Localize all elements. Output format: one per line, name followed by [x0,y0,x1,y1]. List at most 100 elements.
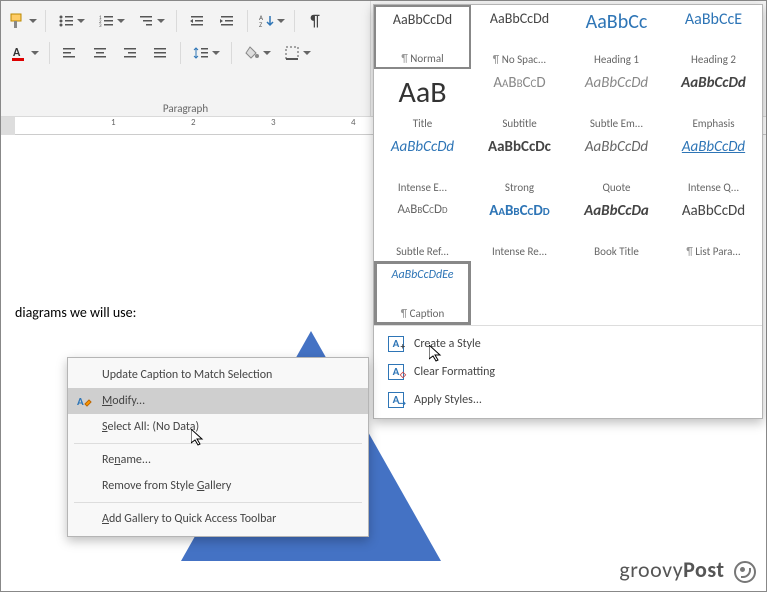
borders-button[interactable] [280,40,314,66]
style-tile-intense-re[interactable]: AaBbCcDd Intense Re... [471,197,568,261]
style-preview: AaBbCcDa [571,202,662,220]
style-label: Intense E... [377,181,468,194]
style-preview: AaBbCcD [474,74,565,92]
app-window: 123 AZ ¶ [0,0,767,592]
pilcrow-icon: ¶ [310,12,319,31]
ctx-item-label: Select All: (No Data) [102,420,199,434]
style-tile-strong[interactable]: AaBbCcDc Strong [471,133,568,197]
style-tile-subtitle[interactable]: AaBbCcD Subtitle [471,69,568,133]
style-preview: AaBbCcDd [668,202,759,220]
clear-formatting-label: Clear Formatting [414,365,495,379]
decrease-indent-button[interactable] [185,8,209,34]
increase-indent-button[interactable] [215,8,239,34]
font-color-button[interactable]: A [7,40,41,66]
gallery-grid: AaBbCcDdNormalAaBbCcDdNo Spac...AaBbCcHe… [374,5,762,325]
style-label: Heading 1 [571,53,662,66]
ctx-item-label: Add Gallery to Quick Access Toolbar [102,512,276,526]
create-style-icon: A [388,336,404,352]
ctx-item-label: Remove from Style Gallery [102,479,231,493]
style-tile-no-spac[interactable]: AaBbCcDdNo Spac... [471,5,568,69]
style-preview: AaBbCcDd [377,138,468,156]
style-preview: AaBbCcDd [377,202,468,217]
bullets-icon [58,13,74,29]
style-label: Emphasis [668,117,759,130]
line-spacing-button[interactable] [189,40,223,66]
style-preview: AaBbCcDd [668,74,759,92]
increase-indent-icon [219,13,235,29]
svg-text:A: A [13,46,21,60]
align-justify-button[interactable] [148,40,172,66]
style-tile-title[interactable]: AaBTitle [374,69,471,133]
style-label: No Spac... [474,53,565,66]
ctx-modify-item[interactable]: AModify... [68,388,368,414]
style-label: Heading 2 [668,53,759,66]
apply-styles-item[interactable]: A Apply Styles... [374,386,762,414]
style-tile-subtle-ref[interactable]: AaBbCcDd Subtle Ref... [374,197,471,261]
multilevel-icon [138,13,154,29]
style-tile-book-title[interactable]: AaBbCcDa Book Title [568,197,665,261]
clear-formatting-icon: A [388,364,404,380]
ctx-qat-item[interactable]: Add Gallery to Quick Access Toolbar [68,506,368,532]
borders-icon [284,45,300,61]
format-painter-icon [8,12,26,30]
ctx-update-item[interactable]: Update Caption to Match Selection [68,362,368,388]
style-label: Caption [379,307,466,320]
style-preview: AaBbCcDc [474,138,565,156]
style-tile-quote[interactable]: AaBbCcDdQuote [568,133,665,197]
align-center-button[interactable] [88,40,112,66]
style-tile-list-para[interactable]: AaBbCcDd List Para... [665,197,762,261]
style-label: List Para... [668,245,759,258]
document-text[interactable]: diagrams we will use: [15,304,136,321]
style-label: Subtle Em... [571,117,662,130]
align-right-button[interactable] [118,40,142,66]
style-label: Quote [571,181,662,194]
style-tile-caption[interactable]: AaBbCcDdEe Caption [374,261,471,325]
gallery-footer: A Create a Style A Clear Formatting A Ap… [374,325,762,418]
style-tile-intense-e[interactable]: AaBbCcDd Intense E... [374,133,471,197]
style-preview: AaBbCcDd [668,138,759,156]
style-tile-heading-2[interactable]: AaBbCcE Heading 2 [665,5,762,69]
font-color-icon: A [10,44,28,62]
style-label: Normal [378,52,467,65]
ctx-item-label: Rename... [102,453,151,467]
separator [176,10,177,32]
ctx-item-label: Modify... [102,394,145,408]
separator [45,10,46,32]
cursor-icon [429,345,445,365]
style-tile-heading-1[interactable]: AaBbCcHeading 1 [568,5,665,69]
numbering-button[interactable]: 123 [94,8,128,34]
style-label: Subtitle [474,117,565,130]
style-tile-subtle-em[interactable]: AaBbCcDdSubtle Em... [568,69,665,133]
style-context-menu: Update Caption to Match Selection AModify… [67,357,369,537]
watermark: groovyPost [619,556,756,583]
style-tile-intense-q[interactable]: AaBbCcDdIntense Q... [665,133,762,197]
create-style-label: Create a Style [414,337,481,351]
style-preview: AaB [377,74,468,111]
style-tile-emphasis[interactable]: AaBbCcDd Emphasis [665,69,762,133]
shading-icon [244,45,260,61]
bullets-button[interactable] [54,8,88,34]
style-preview: AaBbCcDd [474,202,565,220]
align-left-button[interactable] [58,40,82,66]
style-label: Subtle Ref... [377,245,468,258]
style-preview: AaBbCcDdEe [379,268,466,282]
style-label: Book Title [571,245,662,258]
style-tile-normal[interactable]: AaBbCcDdNormal [374,5,471,69]
sort-button[interactable]: AZ [256,8,286,34]
paragraph-group-label: Paragraph [1,102,370,115]
style-label: Intense Re... [474,245,565,258]
show-marks-button[interactable]: ¶ [303,8,327,34]
apply-styles-icon: A [388,392,404,408]
format-painter-button[interactable] [7,8,37,34]
multilevel-list-button[interactable] [134,8,168,34]
align-right-icon [123,46,137,60]
decrease-indent-icon [189,13,205,29]
ctx-item-label: Update Caption to Match Selection [102,368,272,382]
style-label: Strong [474,181,565,194]
ctx-rename-item[interactable]: Rename... [68,447,368,473]
style-preview: AaBbCcE [668,10,759,29]
ctx-select-item[interactable]: Select All: (No Data) [68,414,368,440]
shading-button[interactable] [240,40,274,66]
watermark-text2: Post [683,556,724,583]
ctx-remove-item[interactable]: Remove from Style Gallery [68,473,368,499]
